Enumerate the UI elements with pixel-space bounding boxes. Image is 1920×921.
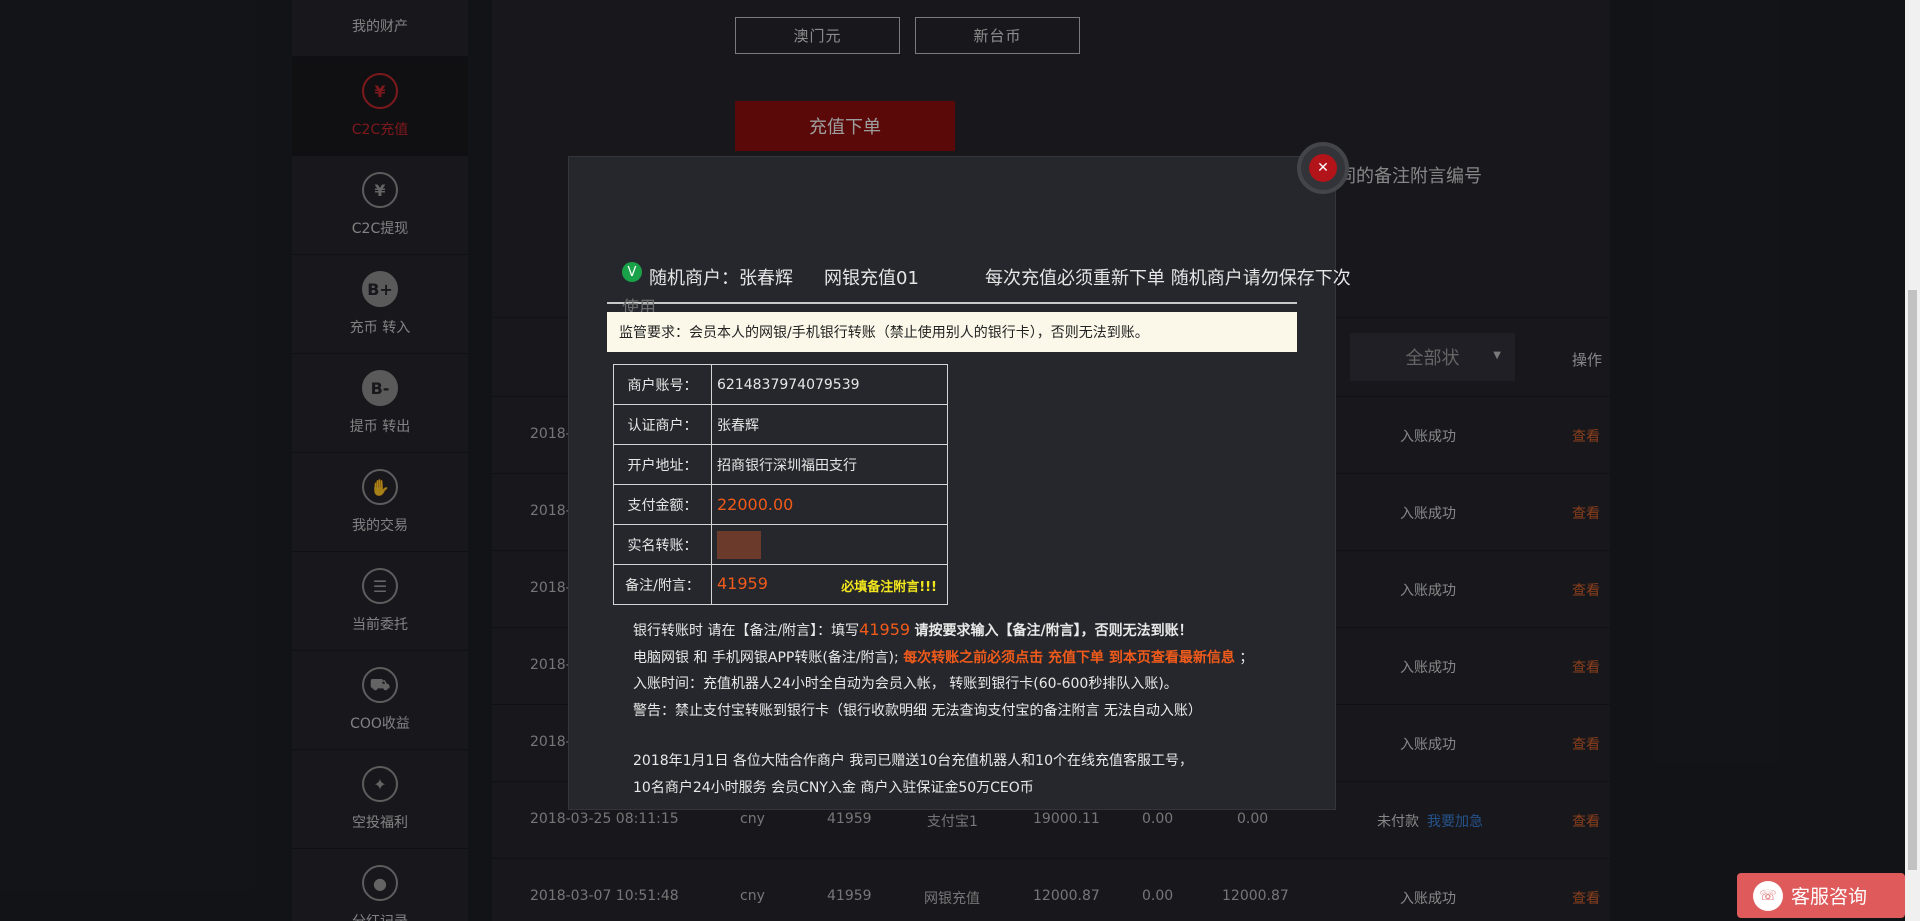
regulatory-warning: 监管要求：会员本人的网银/手机银行转账（禁止使用别人的银行卡），否则无法到账。 <box>607 312 1297 352</box>
field-label: 开户地址： <box>613 444 712 485</box>
scrollbar-thumb[interactable] <box>1908 290 1917 870</box>
instruction-line: 电脑网银 和 手机网银APP转账(备注/附言); 每次转账之前必须点击 充值下单… <box>633 645 1253 672</box>
instruction-line: 警告：禁止支付宝转账到银行卡（银行收款明细 无法查询支付宝的备注附言 无法自动入… <box>633 702 1202 719</box>
memo-code-highlight: 41959 <box>859 620 911 639</box>
field-label: 实名转账： <box>613 524 712 565</box>
instruction-text-highlight: 每次转账之前必须点击 充值下单 到本页查看最新信息 <box>903 649 1235 666</box>
verified-badge-icon: V <box>622 262 642 282</box>
instruction-line: 10名商户24小时服务 会员CNY入金 商户入驻保证金50万CEO币 <box>633 779 1034 796</box>
instruction-text-bold: 请按要求输入【备注/附言】，否则无法到账！ <box>914 623 1193 639</box>
redacted-name <box>717 530 761 559</box>
instruction-line: 银行转账时 请在【备注/附言】：填写41959 请按要求输入【备注/附言】，否则… <box>633 617 1253 645</box>
modal-title-bar: V 随机商户：张春辉 网银充值01 每次充值必须重新下单 随机商户请勿保存下次 … <box>607 257 1351 318</box>
realname-cell <box>711 524 948 565</box>
payment-amount-value: 22000.00 <box>717 495 794 514</box>
field-label: 备注/附言： <box>613 564 712 605</box>
field-label: 商户账号： <box>613 364 712 405</box>
memo-cell: 41959 必填备注附言!!! <box>711 564 948 605</box>
table-row: 支付金额： 22000.00 <box>613 484 948 525</box>
instruction-line: 入账时间：充值机器人24小时全自动为会员入帐， 转账到银行卡(60-600秒排队… <box>633 676 1178 692</box>
instruction-line: 2018年1月1日 各位大陆合作商户 我司已赠送10台充值机器人和10个在线充值… <box>633 753 1193 769</box>
payment-info-modal: V 随机商户：张春辉 网银充值01 每次充值必须重新下单 随机商户请勿保存下次 … <box>568 156 1351 810</box>
field-label: 认证商户： <box>613 404 712 445</box>
customer-service-button[interactable]: ☏ 客服咨询 <box>1737 873 1905 918</box>
instructions: 银行转账时 请在【备注/附言】：填写41959 请按要求输入【备注/附言】，否则… <box>633 617 1253 801</box>
modal-merchant: 随机商户：张春辉 <box>649 268 793 289</box>
table-row: 认证商户： 张春辉 <box>613 404 948 445</box>
modal-channel: 网银充值01 <box>824 268 919 289</box>
page-scrollbar[interactable] <box>1905 0 1920 921</box>
merchant-account-value: 6214837974079539 <box>711 364 948 405</box>
payment-amount-cell: 22000.00 <box>711 484 948 525</box>
headset-icon: ☏ <box>1753 880 1783 911</box>
instruction-text: 电脑网银 和 手机网银APP转账(备注/附言); <box>633 649 899 666</box>
merchant-name-value: 张春辉 <box>711 404 948 445</box>
close-icon: ✕ <box>1309 154 1337 182</box>
table-row: 实名转账： <box>613 524 948 565</box>
field-label: 支付金额： <box>613 484 712 525</box>
memo-code-value: 41959 <box>717 574 768 593</box>
modal-advice: 每次充值必须重新下单 随机商户请勿保存下次 <box>985 268 1351 289</box>
table-row: 商户账号： 6214837974079539 <box>613 364 948 405</box>
payment-details-table: 商户账号： 6214837974079539 认证商户： 张春辉 开户地址： 招… <box>613 364 948 605</box>
instruction-text: ； <box>1239 649 1254 666</box>
customer-service-label: 客服咨询 <box>1791 886 1868 908</box>
instruction-text: 银行转账时 请在【备注/附言】：填写 <box>633 623 860 639</box>
modal-close-button[interactable]: ✕ <box>1297 142 1349 194</box>
table-row: 备注/附言： 41959 必填备注附言!!! <box>613 564 948 605</box>
memo-required-note: 必填备注附言!!! <box>841 580 937 595</box>
bank-address-value: 招商银行深圳福田支行 <box>711 444 948 485</box>
table-row: 开户地址： 招商银行深圳福田支行 <box>613 444 948 485</box>
